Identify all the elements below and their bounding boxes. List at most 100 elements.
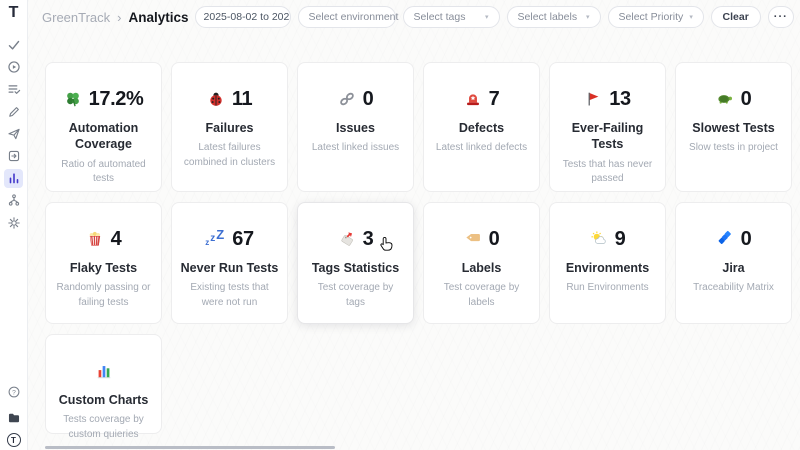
app-logo[interactable]: T bbox=[9, 5, 19, 21]
page-header: GreenTrack › Analytics 2025-08-02 to 202… bbox=[28, 0, 800, 34]
list-check-icon bbox=[7, 82, 21, 96]
page-title: Analytics bbox=[129, 10, 189, 25]
card-subtitle: Slow tests in project bbox=[683, 141, 784, 156]
card-issues[interactable]: 0 Issues Latest linked issues bbox=[297, 62, 414, 192]
card-head: 13 bbox=[557, 88, 658, 110]
card-head: 0 bbox=[431, 228, 532, 250]
more-options-button[interactable]: ··· bbox=[768, 6, 794, 28]
label-tag-icon bbox=[464, 230, 482, 248]
user-avatar[interactable]: T bbox=[7, 433, 21, 447]
card-title: Failures bbox=[179, 120, 280, 136]
card-environments[interactable]: 9 Environments Run Environments bbox=[549, 202, 666, 324]
tags-select-placeholder: Select tags bbox=[414, 11, 466, 23]
card-title: Environments bbox=[557, 260, 658, 276]
alarm-light-icon bbox=[464, 90, 482, 108]
date-range-input[interactable]: 2025-08-02 to 2025-0 bbox=[195, 6, 291, 28]
card-head bbox=[53, 360, 154, 382]
sidebar-item-branches[interactable] bbox=[4, 191, 23, 210]
gear-icon bbox=[7, 216, 21, 230]
card-flaky-tests[interactable]: 4 Flaky Tests Randomly passing or failin… bbox=[45, 202, 162, 324]
chevron-down-icon: ▾ bbox=[689, 13, 693, 21]
horizontal-scrollbar[interactable] bbox=[45, 446, 335, 449]
sidebar-item-help[interactable]: ? bbox=[4, 382, 23, 401]
card-head: 0 bbox=[305, 88, 406, 110]
tag-arrow-icon bbox=[338, 230, 356, 248]
sidebar-item-editor[interactable] bbox=[4, 102, 23, 121]
folder-icon bbox=[7, 411, 21, 425]
bar-chart-icon bbox=[95, 362, 113, 380]
card-value: 9 bbox=[615, 229, 626, 249]
card-value: 0 bbox=[741, 229, 752, 249]
card-title: Flaky Tests bbox=[53, 260, 154, 276]
paper-plane-icon bbox=[7, 127, 21, 141]
import-box-icon bbox=[7, 149, 21, 163]
card-subtitle: Tests that has never passed bbox=[557, 158, 658, 187]
card-title: Ever-Failing Tests bbox=[557, 120, 658, 153]
card-head: 3 bbox=[305, 228, 406, 250]
card-tags-statistics[interactable]: 3 Tags Statistics Test coverage by tags bbox=[297, 202, 414, 324]
labels-select[interactable]: Select labels ▾ bbox=[507, 6, 601, 28]
card-value: 0 bbox=[489, 229, 500, 249]
jira-icon bbox=[716, 230, 734, 248]
sidebar-item-runs[interactable] bbox=[4, 58, 23, 77]
ladybug-icon bbox=[207, 90, 225, 108]
sidebar-item-tests[interactable] bbox=[4, 36, 23, 55]
sidebar-item-projects[interactable] bbox=[4, 408, 23, 427]
card-custom-charts[interactable]: Custom Charts Tests coverage by custom q… bbox=[45, 334, 162, 434]
analytics-cards-grid: 17.2% Automation Coverage Ratio of autom… bbox=[45, 62, 792, 434]
help-icon: ? bbox=[7, 385, 21, 399]
card-defects[interactable]: 7 Defects Latest linked defects bbox=[423, 62, 540, 192]
analytics-bars-icon bbox=[7, 171, 21, 185]
card-subtitle: Traceability Matrix bbox=[683, 281, 784, 296]
card-never-run-tests[interactable]: zzZ 67 Never Run Tests Existing tests th… bbox=[171, 202, 288, 324]
card-head: 4 bbox=[53, 228, 154, 250]
card-labels[interactable]: 0 Labels Test coverage by labels bbox=[423, 202, 540, 324]
card-subtitle: Randomly passing or failing tests bbox=[53, 281, 154, 310]
card-jira[interactable]: 0 Jira Traceability Matrix bbox=[675, 202, 792, 324]
environment-select[interactable]: Select environment ▾ bbox=[298, 6, 396, 28]
filter-bar: 2025-08-02 to 2025-0 Select environment … bbox=[195, 6, 794, 28]
card-subtitle: Latest linked defects bbox=[431, 141, 532, 156]
card-subtitle: Ratio of automated tests bbox=[53, 158, 154, 187]
breadcrumb: GreenTrack › Analytics bbox=[42, 10, 189, 25]
sidebar-item-jobs[interactable] bbox=[4, 124, 23, 143]
card-subtitle: Existing tests that were not run bbox=[179, 281, 280, 310]
clear-filters-button[interactable]: Clear bbox=[711, 6, 761, 28]
popcorn-icon bbox=[86, 230, 104, 248]
priority-select[interactable]: Select Priority ▾ bbox=[608, 6, 704, 28]
card-subtitle: Latest linked issues bbox=[305, 141, 406, 156]
card-head: 17.2% bbox=[53, 88, 154, 110]
card-value: 3 bbox=[363, 229, 374, 249]
card-title: Defects bbox=[431, 120, 532, 136]
card-value: 0 bbox=[363, 89, 374, 109]
branch-icon bbox=[7, 193, 21, 207]
sidebar-bottom: ? T bbox=[4, 381, 23, 447]
tags-select[interactable]: Select tags ▾ bbox=[403, 6, 500, 28]
card-title: Issues bbox=[305, 120, 406, 136]
card-failures[interactable]: 11 Failures Latest failures combined in … bbox=[171, 62, 288, 192]
card-subtitle: Tests coverage by custom quieries bbox=[53, 413, 154, 442]
sidebar-item-import[interactable] bbox=[4, 147, 23, 166]
card-value: 4 bbox=[111, 229, 122, 249]
card-ever-failing-tests[interactable]: 13 Ever-Failing Tests Tests that has nev… bbox=[549, 62, 666, 192]
card-title: Automation Coverage bbox=[53, 120, 154, 153]
card-title: Slowest Tests bbox=[683, 120, 784, 136]
checkmark-icon bbox=[7, 38, 21, 52]
card-value: 11 bbox=[232, 89, 252, 109]
clover-icon bbox=[64, 90, 82, 108]
breadcrumb-project[interactable]: GreenTrack bbox=[42, 10, 110, 25]
card-head: 0 bbox=[683, 228, 784, 250]
main-content: GreenTrack › Analytics 2025-08-02 to 202… bbox=[28, 0, 800, 450]
sidebar-item-settings[interactable] bbox=[4, 213, 23, 232]
sidebar-item-plans[interactable] bbox=[4, 80, 23, 99]
play-circle-icon bbox=[7, 60, 21, 74]
card-title: Labels bbox=[431, 260, 532, 276]
card-value: 13 bbox=[609, 89, 630, 109]
card-slowest-tests[interactable]: 0 Slowest Tests Slow tests in project bbox=[675, 62, 792, 192]
card-subtitle: Run Environments bbox=[557, 281, 658, 296]
card-value: 0 bbox=[741, 89, 752, 109]
card-automation-coverage[interactable]: 17.2% Automation Coverage Ratio of autom… bbox=[45, 62, 162, 192]
card-value: 7 bbox=[489, 89, 500, 109]
environment-select-placeholder: Select environment bbox=[309, 11, 399, 23]
sidebar-item-analytics[interactable] bbox=[4, 169, 23, 188]
